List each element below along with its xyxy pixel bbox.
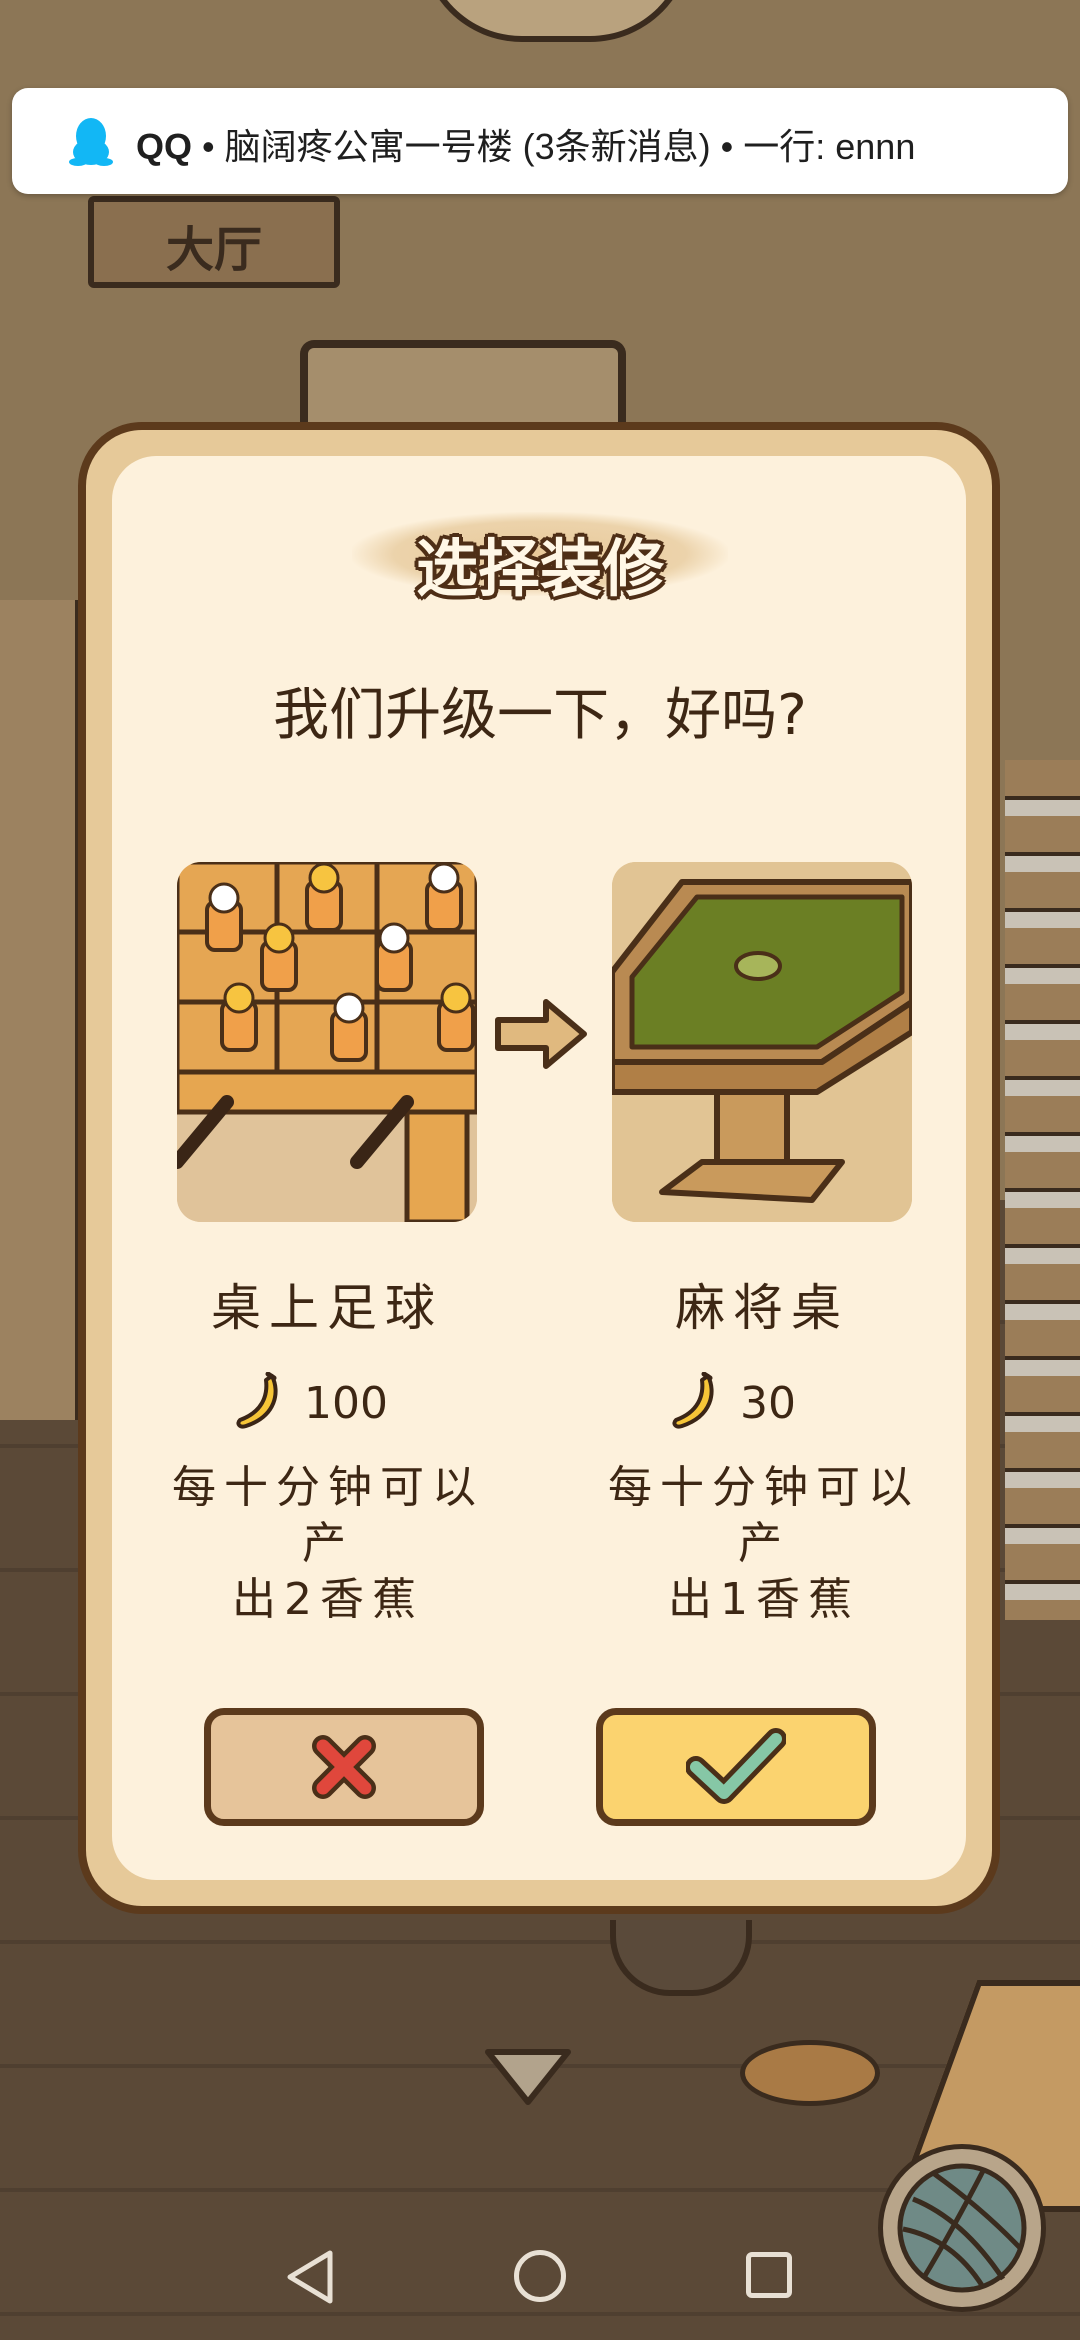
qq-notification-banner[interactable]: QQ • 脑阔疼公寓一号楼 (3条新消息) • 一行: ennn	[12, 88, 1068, 194]
notification-message: 一行: ennn	[743, 126, 916, 167]
banana-icon	[672, 1372, 714, 1429]
back-icon[interactable]	[284, 2248, 336, 2306]
dialog-question: 我们升级一下，好吗?	[273, 683, 807, 748]
check-icon	[686, 1728, 786, 1804]
mahjong-table-image	[612, 862, 912, 1222]
dialog-title: 选择装修	[415, 532, 664, 605]
current-item-price-value: 100	[304, 1378, 388, 1429]
recent-apps-icon[interactable]	[746, 2252, 792, 2298]
foosball-table-image	[177, 862, 477, 1222]
upgrade-item-description: 每十分钟可以产 出1香蕉	[584, 1460, 944, 1628]
collapse-down-icon[interactable]	[482, 2046, 574, 2108]
notification-text: QQ • 脑阔疼公寓一号楼 (3条新消息) • 一行: ennn	[136, 118, 915, 170]
upgrade-item-name: 麻将桌	[675, 1279, 849, 1337]
current-item-name: 桌上足球	[211, 1279, 443, 1337]
basket	[740, 2040, 880, 2106]
room-sign: 大厅	[88, 196, 340, 288]
right-shelves	[1005, 760, 1080, 1620]
system-navigation-bar	[0, 2210, 1080, 2340]
upgrade-arrow-icon	[495, 999, 587, 1069]
current-description-line2: 出2香蕉	[232, 1574, 424, 1625]
home-icon[interactable]	[514, 2250, 566, 2302]
dialog-title-banner: 选择装修	[352, 512, 728, 605]
current-item-description: 每十分钟可以产 出2香蕉	[148, 1460, 508, 1628]
current-description-line1: 每十分钟可以产	[172, 1462, 484, 1569]
cancel-button[interactable]	[204, 1708, 484, 1826]
upgrade-item-price-value: 30	[740, 1378, 796, 1429]
qq-penguin-icon	[69, 118, 113, 166]
notification-separator: •	[192, 126, 225, 167]
banana-icon	[236, 1372, 278, 1429]
notification-group: 脑阔疼公寓一号楼 (3条新消息)	[224, 126, 711, 167]
room-sign-label: 大厅	[165, 222, 262, 278]
notification-separator: •	[710, 126, 744, 167]
x-icon	[312, 1735, 376, 1799]
upgrade-description-line2: 出1香蕉	[668, 1574, 860, 1625]
notification-app-name: QQ	[136, 126, 193, 167]
confirm-button[interactable]	[596, 1708, 876, 1826]
upgrade-description-line1: 每十分钟可以产	[608, 1462, 920, 1569]
left-cabinet	[0, 600, 81, 1420]
